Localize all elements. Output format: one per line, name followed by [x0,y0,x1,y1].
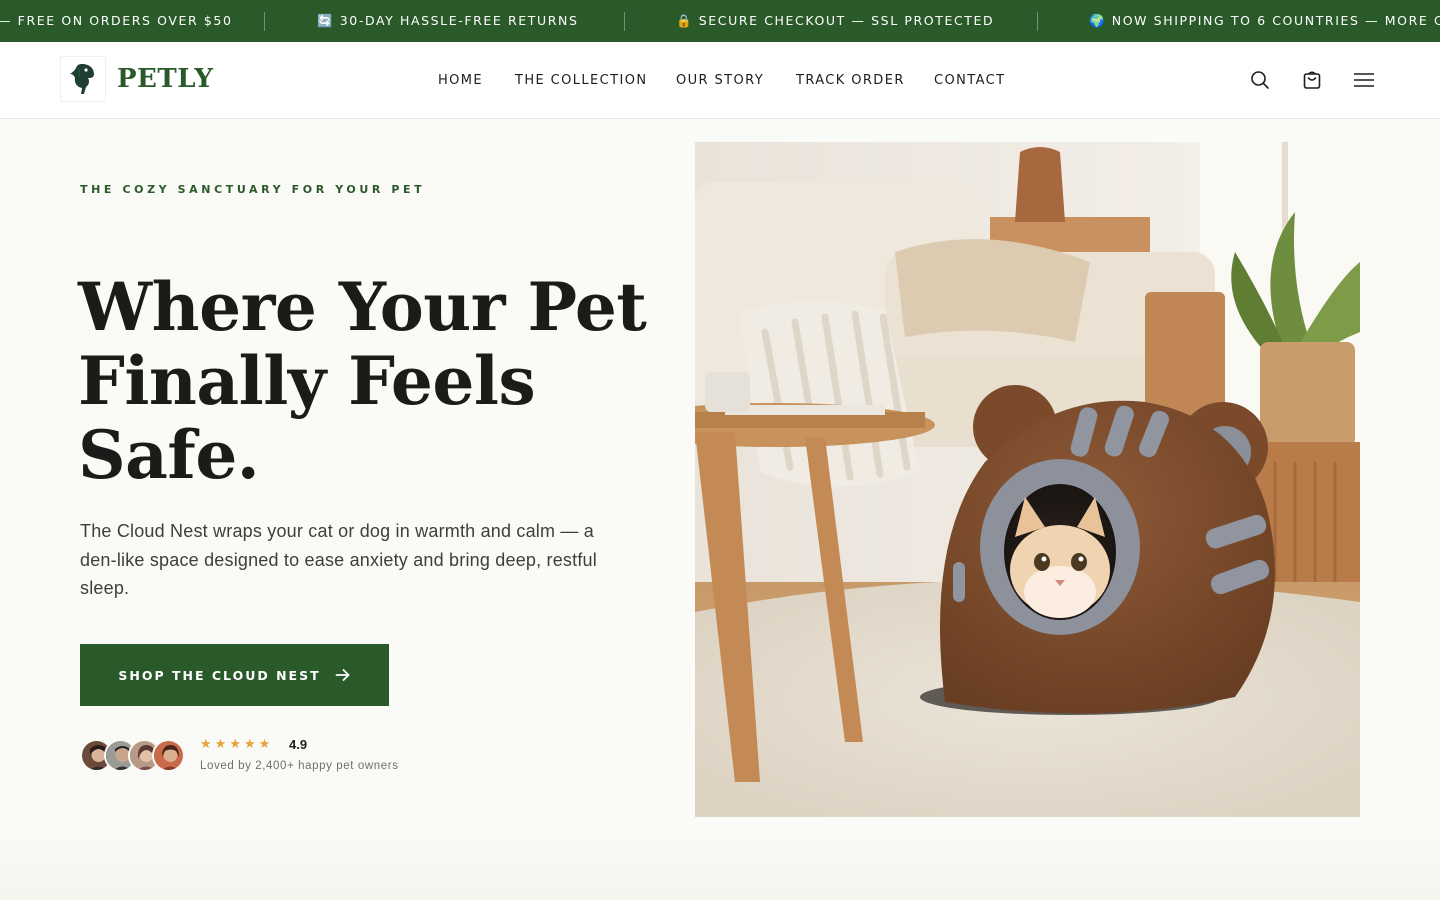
cart-button[interactable] [1301,69,1323,91]
nav-the-collection[interactable]: THE COLLECTION [515,73,647,88]
customer-avatars [80,739,190,773]
nav-contact[interactable]: CONTACT [934,73,1005,88]
avatar [152,739,185,772]
star-icon: ★ [229,736,241,751]
nav-our-story[interactable]: OUR STORY [676,73,764,88]
star-icon: ★ [200,736,212,751]
cat-bed-photo [695,142,1360,817]
social-proof-text: Loved by 2,400+ happy pet owners [200,760,399,772]
nav-home[interactable]: HOME [438,73,483,88]
shop-cloud-nest-button[interactable]: SHOP THE CLOUD NEST [80,644,389,706]
announcement-bar: — FREE ON ORDERS OVER $50 🔄 30-DAY HASSL… [0,0,1440,42]
cart-icon [1303,71,1321,89]
announcement-shipping-countries: 🌍 NOW SHIPPING TO 6 COUNTRIES — MORE CO [1089,13,1440,28]
section-background [0,830,1440,900]
logo-link[interactable] [60,56,106,102]
announcement-free-shipping: — FREE ON ORDERS OVER $50 [0,13,233,28]
announcement-divider [624,12,625,31]
search-button[interactable] [1249,69,1271,91]
rating-value: 4.9 [289,737,308,752]
hero-headline: Where Your Pet Finally Feels Safe. [78,270,658,492]
menu-button[interactable] [1352,69,1376,91]
announcement-returns: 🔄 30-DAY HASSLE-FREE RETURNS [317,13,579,28]
announcement-secure-checkout: 🔒 SECURE CHECKOUT — SSL PROTECTED [676,13,995,28]
hero-subcopy: The Cloud Nest wraps your cat or dog in … [80,521,597,598]
star-icon: ★ [258,736,271,751]
search-icon [1251,71,1269,89]
menu-icon [1354,73,1374,87]
brand-name[interactable]: PETLY [117,64,213,94]
star-icon: ★ [243,736,256,751]
headline-line: Where Your Pet [78,268,647,346]
arrow-right-icon [335,669,350,681]
nav-track-order[interactable]: TRACK ORDER [796,73,905,88]
hero-product-image [695,142,1360,817]
cta-label: SHOP THE CLOUD NEST [118,667,321,683]
announcement-divider [264,12,265,31]
headline-line: Safe. [78,416,260,494]
parrot-silhouette-icon [70,64,94,94]
announcement-divider [1037,12,1038,31]
site-header: PETLY HOME THE COLLECTION OUR STORY TRAC… [0,42,1440,119]
headline-line: Finally Feels [78,342,536,420]
rating-stars: ★ ★ ★ ★ ★ [200,736,270,752]
star-icon: ★ [214,736,227,751]
hero-eyebrow: THE COZY SANCTUARY FOR YOUR PET [80,183,426,196]
